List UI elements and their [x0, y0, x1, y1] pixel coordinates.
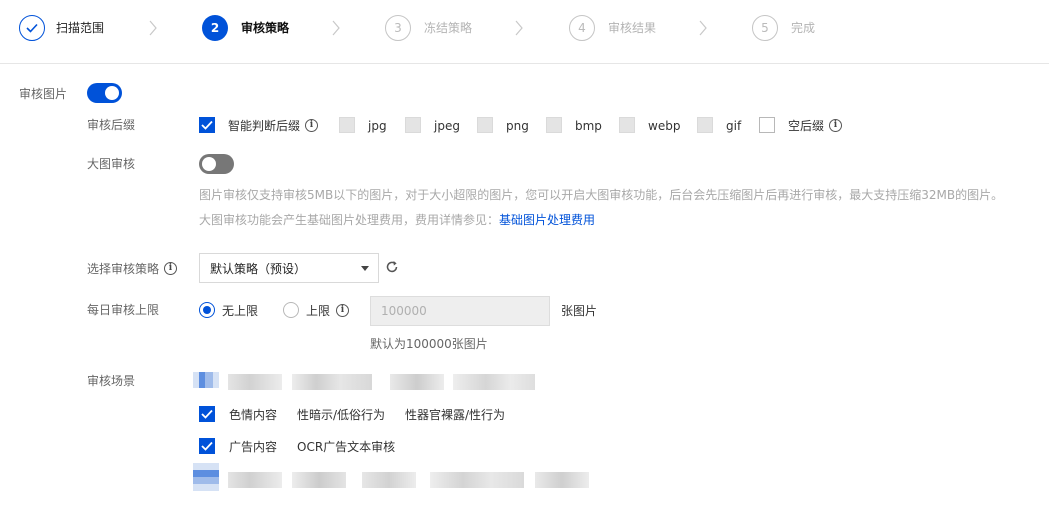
fee-link[interactable]: 基础图片处理费用	[499, 213, 595, 227]
unlimited-label: 无上限	[222, 304, 259, 318]
info-icon[interactable]: i	[829, 119, 842, 132]
suffix-label: 审核后缀	[87, 118, 136, 132]
step-3-number: 3	[385, 15, 411, 41]
info-icon[interactable]: i	[164, 262, 177, 275]
audit-image-label: 审核图片	[19, 87, 68, 101]
suffix-png-checkbox[interactable]	[477, 117, 493, 133]
step-3-label: 冻结策略	[424, 21, 473, 35]
daily-limit-label: 每日审核上限	[87, 303, 160, 317]
daily-limit-hint: 默认为100000张图片	[370, 337, 488, 351]
suffix-webp-label: webp	[648, 119, 681, 133]
step-1-label: 扫描范围	[56, 21, 105, 35]
step-4-label: 审核结果	[608, 21, 657, 35]
daily-limit-input[interactable]	[371, 297, 549, 325]
large-image-label: 大图审核	[87, 157, 136, 171]
strategy-label: 选择审核策略	[87, 262, 160, 276]
info-icon[interactable]: i	[336, 304, 349, 317]
audit-image-toggle[interactable]	[87, 83, 122, 103]
suffix-webp-checkbox[interactable]	[619, 117, 635, 133]
step-5-number: 5	[752, 15, 778, 41]
step-4-number: 4	[569, 15, 595, 41]
suffix-jpg-checkbox[interactable]	[339, 117, 355, 133]
scene-porn-category: 色情内容	[229, 408, 278, 422]
scene-ad-item-1: OCR广告文本审核	[297, 440, 396, 454]
large-image-toggle[interactable]	[199, 154, 234, 174]
step-1-done-check-icon	[19, 15, 45, 41]
large-image-fee-hint: 大图审核功能会产生基础图片处理费用，费用详情参见：基础图片处理费用	[199, 212, 595, 228]
scene-porn-checkbox[interactable]	[199, 406, 215, 422]
chevron-right-icon	[332, 20, 340, 36]
strategy-select-value: 默认策略（预设）	[210, 262, 307, 276]
unlimited-radio[interactable]	[199, 302, 215, 318]
large-image-hint: 图片审核仅支持审核5MB以下的图片，对于大小超限的图片，您可以开启大图审核功能，…	[199, 188, 1004, 202]
refresh-icon[interactable]	[385, 260, 399, 274]
step-2-label: 审核策略	[241, 21, 290, 35]
chevron-right-icon	[515, 20, 523, 36]
scene-ad-category: 广告内容	[229, 440, 278, 454]
suffix-jpeg-checkbox[interactable]	[405, 117, 421, 133]
suffix-empty-checkbox[interactable]	[759, 117, 775, 133]
chevron-down-icon	[361, 266, 369, 271]
daily-limit-unit: 张图片	[561, 304, 598, 318]
scene-porn-item-2: 性器官裸露/性行为	[405, 408, 506, 422]
stepper-divider	[0, 63, 1049, 64]
scene-ad-checkbox[interactable]	[199, 438, 215, 454]
daily-limit-input-box	[370, 296, 550, 326]
suffix-jpeg-label: jpeg	[434, 119, 460, 133]
scene-porn-item-1: 性暗示/低俗行为	[297, 408, 386, 422]
suffix-png-label: png	[506, 119, 529, 133]
suffix-gif-checkbox[interactable]	[697, 117, 713, 133]
suffix-smart-checkbox[interactable]	[199, 117, 215, 133]
suffix-empty-label: 空后缀	[788, 119, 825, 133]
strategy-select[interactable]: 默认策略（预设）	[199, 253, 379, 283]
step-2-number: 2	[202, 15, 228, 41]
suffix-jpg-label: jpg	[368, 119, 387, 133]
chevron-right-icon	[149, 20, 157, 36]
info-icon[interactable]: i	[305, 119, 318, 132]
step-5-label: 完成	[791, 21, 816, 35]
suffix-bmp-label: bmp	[575, 119, 602, 133]
limit-label: 上限	[306, 304, 331, 318]
limit-radio[interactable]	[283, 302, 299, 318]
scene-label: 审核场景	[87, 374, 136, 388]
suffix-bmp-checkbox[interactable]	[546, 117, 562, 133]
large-image-fee-text: 大图审核功能会产生基础图片处理费用，费用详情参见：	[199, 213, 500, 227]
chevron-right-icon	[699, 20, 707, 36]
suffix-gif-label: gif	[726, 119, 742, 133]
suffix-smart-label: 智能判断后缀	[228, 119, 301, 133]
